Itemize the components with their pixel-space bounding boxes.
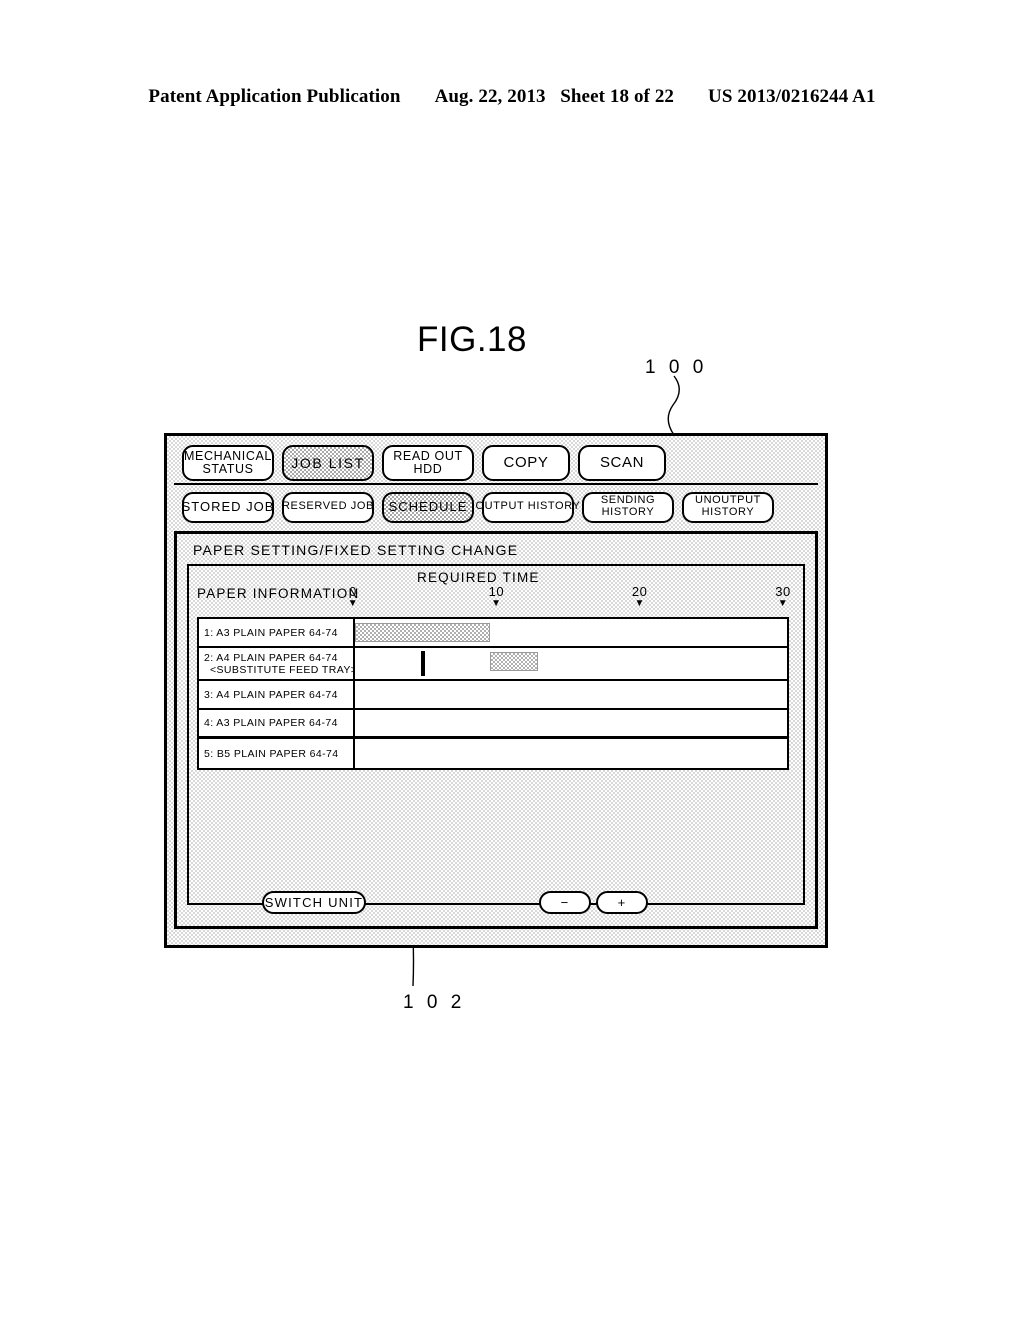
row-label: 5: B5 PLAIN PAPER 64-74 [199,739,355,768]
schedule-chart: REQUIRED TIME PAPER INFORMATION 0 ▼ 10 ▼ 20 ▼… [187,564,805,905]
publication-header: Patent Application Publication Aug. 22, … [0,86,1024,108]
tab-mechanical-status[interactable]: MECHANICAL STATUS [182,445,274,481]
tab-output-history[interactable]: OUTPUT HISTORY [476,491,580,523]
reference-numeral-100: 1 0 0 [645,357,708,378]
tab-schedule[interactable]: SCHEDULE [382,491,474,523]
tab-sending-history-label-2: HISTORY [601,506,655,518]
tab-job-list[interactable]: JOB LIST [282,445,374,481]
row-label-line1: 2: A4 PLAIN PAPER 64-74 [204,651,338,664]
axis-tick-20: 20 ▼ [631,584,648,609]
tab-mechanical-status-label-2: STATUS [202,462,254,476]
leader-line-100 [667,375,680,436]
publication-date-sheet: Aug. 22, 2013 Sheet 18 of 22 [435,86,674,108]
tab-copy[interactable]: COPY [482,445,570,481]
tab-reserved-job-label: RESERVED JOB [282,500,374,513]
table-row[interactable]: 4: A3 PLAIN PAPER 64-74 [199,710,787,739]
axis-tick-30: 30 ▼ [775,584,791,609]
secondary-tab-row: STORED JOB RESERVED JOB SCHEDULE OUTPUT … [174,487,818,527]
minus-button[interactable]: − [539,890,591,914]
row-label-line1: 4: A3 PLAIN PAPER 64-74 [204,717,338,729]
axis-tick-0: 0 ▼ [347,584,359,609]
tab-sending-history[interactable]: SENDING HISTORY [582,491,674,523]
tab-reserved-job[interactable]: RESERVED JOB [282,491,374,523]
content-panel: PAPER SETTING/FIXED SETTING CHANGE REQUI… [174,531,818,929]
switch-unit-button[interactable]: SWITCH UNIT [262,890,366,914]
table-row[interactable]: 1: A3 PLAIN PAPER 64-74 [199,619,787,648]
table-row[interactable]: 3: A4 PLAIN PAPER 64-74 [199,681,787,710]
current-position-marker [420,651,425,676]
table-row[interactable]: 5: B5 PLAIN PAPER 64-74 [199,739,787,768]
schedule-bar [355,623,490,642]
tab-stored-job[interactable]: STORED JOB [181,491,275,523]
row-label-line1: 3: A4 PLAIN PAPER 64-74 [204,688,338,701]
panel-title: PAPER SETTING/FIXED SETTING CHANGE [193,542,519,558]
row-track [355,681,787,708]
tab-unoutput-history-label-2: HISTORY [701,506,755,518]
tab-schedule-label: SCHEDULE [388,499,468,515]
operation-panel: MECHANICAL STATUS JOB LIST READ OUT HDD … [164,433,828,948]
row-label-line1: 5: B5 PLAIN PAPER 64-74 [204,747,339,760]
row-label: 3: A4 PLAIN PAPER 64-74 [199,681,355,708]
zoom-controls: − + [539,890,648,914]
primary-tab-row: MECHANICAL STATUS JOB LIST READ OUT HDD … [174,443,818,485]
row-label: 2: A4 PLAIN PAPER 64-74 <SUBSTITUTE FEED… [199,648,358,679]
row-label-line1: 1: A3 PLAIN PAPER 64-74 [204,626,338,639]
figure-title: FIG.18 [417,320,527,359]
required-time-axis-title: REQUIRED TIME [417,570,540,585]
tab-unoutput-history[interactable]: UNOUTPUT HISTORY [682,491,774,523]
paper-information-column-header: PAPER INFORMATION [197,586,360,601]
row-track [355,739,787,768]
panel-bottom-bar: SWITCH UNIT − + [184,885,808,919]
publication-date: Aug. 22, 2013 [434,86,546,107]
reference-numeral-102: 1 0 2 [403,992,466,1013]
row-label: 4: A3 PLAIN PAPER 64-74 [199,710,355,736]
schedule-table: 1: A3 PLAIN PAPER 64-74 2: A4 PLAIN PAPE… [197,617,789,770]
plus-button[interactable]: + [596,890,648,914]
row-track [355,619,787,646]
row-label: 1: A3 PLAIN PAPER 64-74 [199,619,355,646]
axis-tick-10: 10 ▼ [488,584,505,609]
tab-job-list-label: JOB LIST [291,454,365,471]
tab-read-out-hdd[interactable]: READ OUT HDD [382,445,474,481]
tab-scan[interactable]: SCAN [578,445,666,481]
table-row[interactable]: 2: A4 PLAIN PAPER 64-74 <SUBSTITUTE FEED… [199,648,787,681]
schedule-bar [489,652,539,671]
tab-scan-label: SCAN [599,454,645,472]
publication-title: Patent Application Publication [148,86,401,107]
tab-read-out-hdd-label-2: HDD [413,462,443,476]
tab-output-history-label: OUTPUT HISTORY [475,500,581,513]
row-label-line2: <SUBSTITUTE FEED TRAY> [210,663,358,676]
publication-sheet: Sheet 18 of 22 [560,86,675,107]
publication-number: US 2013/0216244 A1 [708,86,876,107]
row-track [355,710,787,736]
tab-stored-job-label: STORED JOB [181,499,275,515]
row-track [355,648,787,679]
tab-copy-label: COPY [503,454,549,472]
